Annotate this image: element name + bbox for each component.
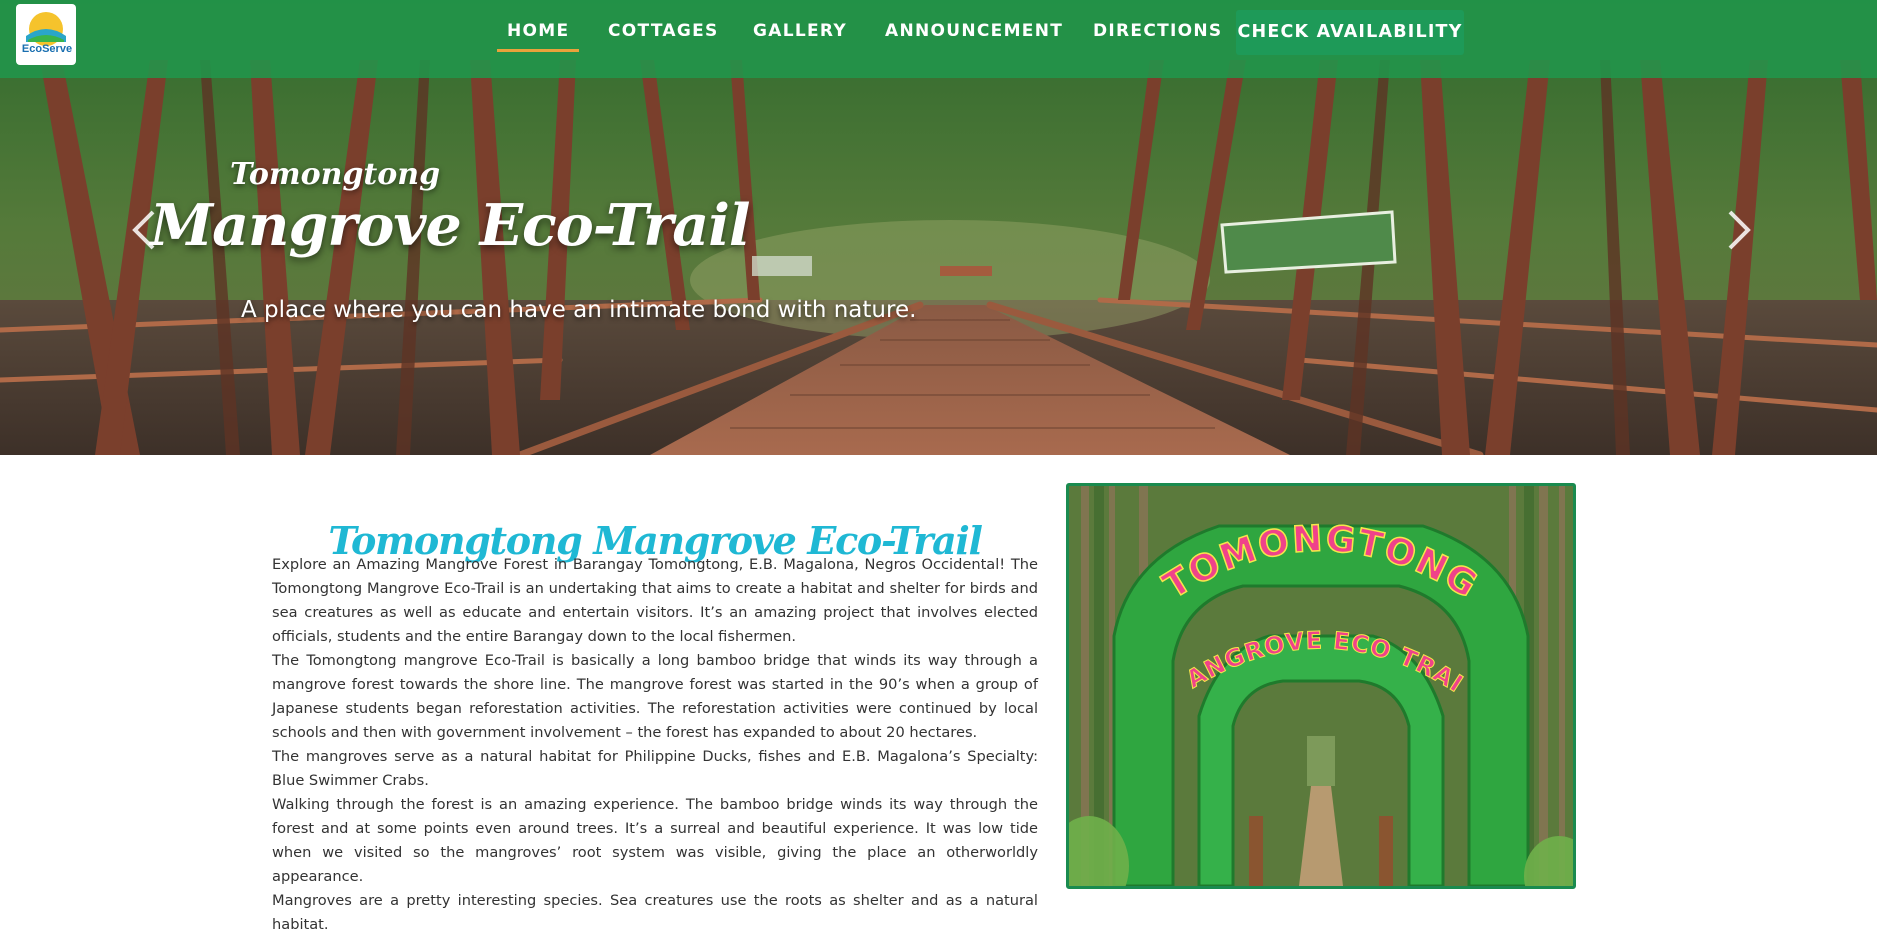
body-paragraph: Explore an Amazing Mangrove Forest in Ba… [272,556,1038,645]
nav-cottages[interactable]: COTTAGES [608,21,719,41]
carousel-prev-button[interactable] [125,200,165,260]
top-navbar: EcoServe HOME COTTAGES GALLERY ANNOUNCEM… [0,0,1877,78]
eco-trail-arch-image: TOMONGTONG MANGROVE ECO TRAIL [1069,486,1573,886]
body-paragraph: Mangroves are a pretty interesting speci… [272,892,1038,933]
check-availability-label: CHECK AVAILABILITY [1237,22,1463,42]
main-nav: HOME COTTAGES GALLERY ANNOUNCEMENT DIREC… [0,0,1877,66]
hero-pretitle: Tomongtong [230,157,441,192]
hero-title: Mangrove Eco-Trail [150,192,751,259]
hero-subtitle: A place where you can have an intimate b… [241,297,917,323]
body-paragraph: Walking through the forest is an amazing… [272,796,1038,885]
eco-trail-photo: TOMONGTONG MANGROVE ECO TRAIL [1066,483,1576,889]
body-paragraph: The mangroves serve as a natural habitat… [272,748,1038,789]
nav-home[interactable]: HOME [496,21,580,52]
chevron-right-icon [1728,210,1751,250]
nav-announcement[interactable]: ANNOUNCEMENT [885,21,1063,41]
carousel-next-button[interactable] [1718,200,1758,260]
nav-gallery[interactable]: GALLERY [753,21,847,41]
nav-directions[interactable]: DIRECTIONS [1093,21,1222,41]
check-availability-button[interactable]: CHECK AVAILABILITY [1236,10,1464,55]
body-paragraph: The Tomongtong mangrove Eco-Trail is bas… [272,652,1038,741]
chevron-left-icon [132,210,155,250]
section-body: Explore an Amazing Mangrove Forest in Ba… [272,553,1038,937]
